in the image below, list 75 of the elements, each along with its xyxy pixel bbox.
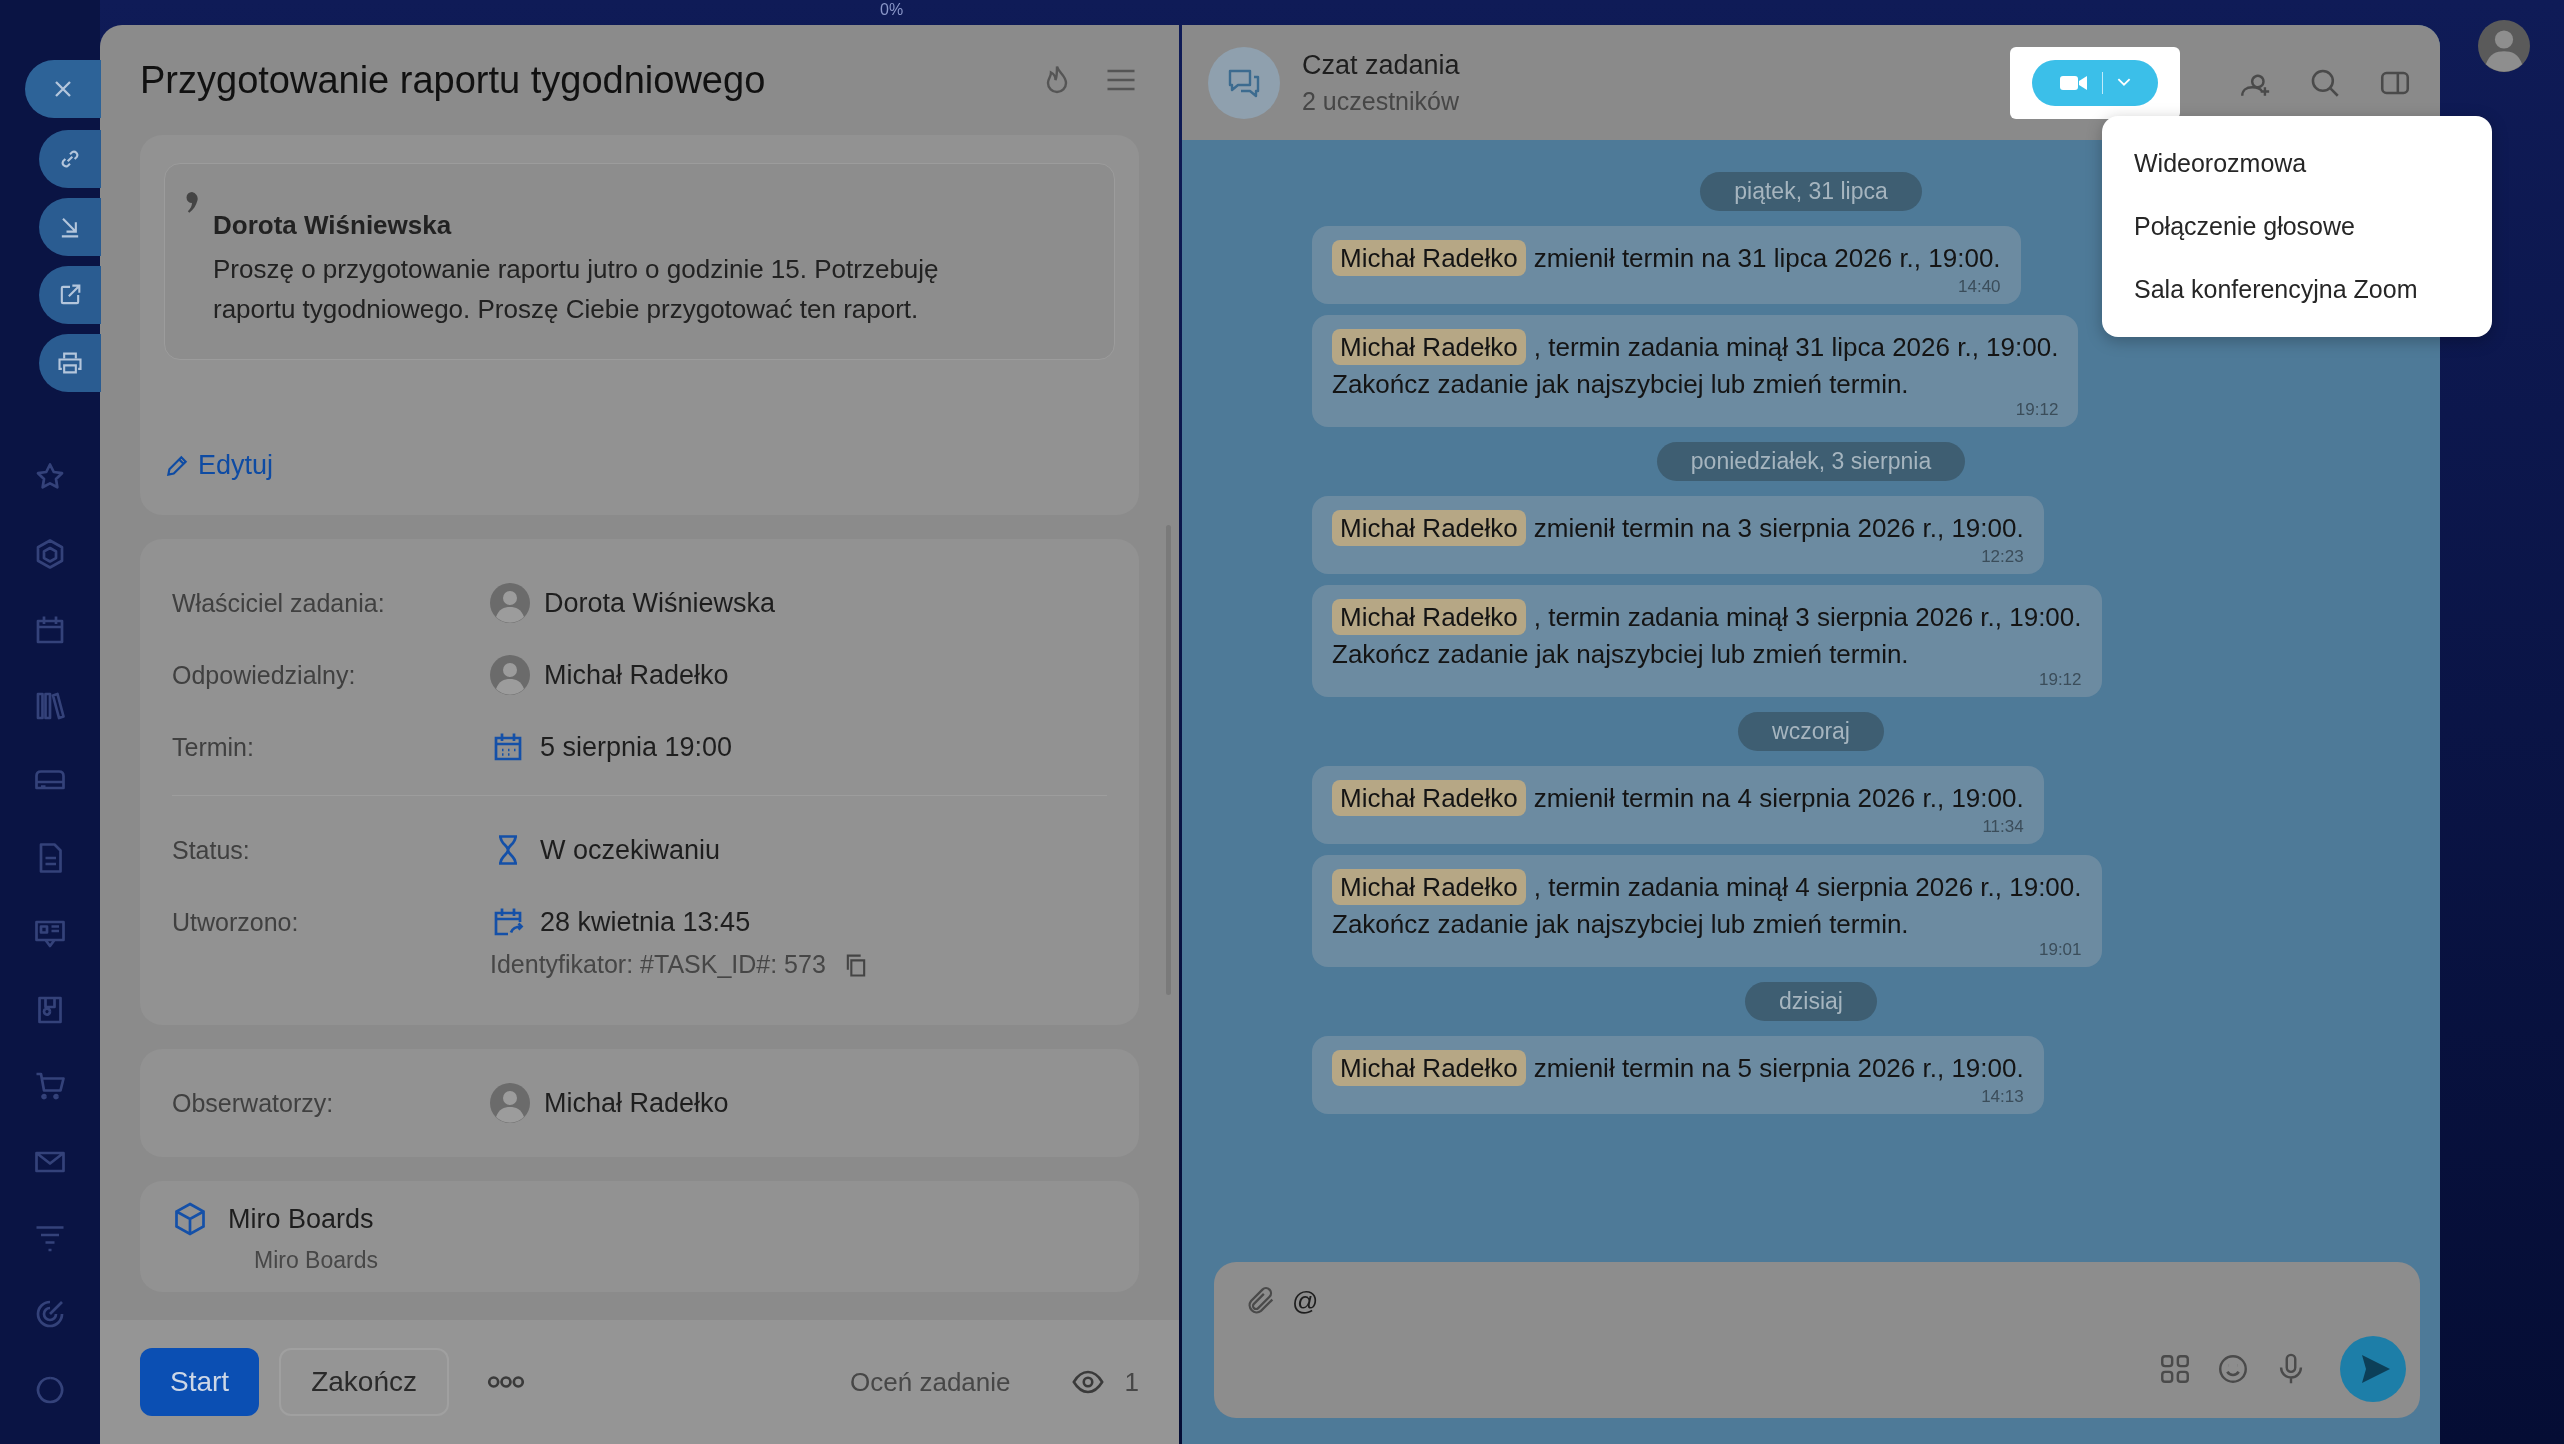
- author-mention[interactable]: Michał Radełko: [1332, 329, 1526, 365]
- caret-icon: [2116, 78, 2131, 87]
- quote-text: Proszę o przygotowanie raportu jutro o godzinie 15. Potrzebuję raportu tygodniowego. Proszę Ciebie przygotować ten raport.: [213, 253, 940, 326]
- start-button[interactable]: Start: [140, 1348, 260, 1416]
- message-text: zmienił termin na 31 lipca 2026 r., 19:00.: [1533, 243, 2001, 273]
- message-time: 19:01: [2038, 941, 2082, 959]
- field-value: Dorota Wiśniewska: [544, 587, 776, 619]
- field-value: 5 sierpnia 19:00: [540, 731, 733, 763]
- message-input[interactable]: @: [1292, 1285, 1592, 1317]
- field-label: Termin:: [172, 732, 255, 763]
- message-time: 19:12: [2038, 671, 2082, 689]
- apps-icon[interactable]: [2158, 1352, 2192, 1386]
- date-separator: poniedziałek, 3 sierpnia: [1656, 442, 1966, 481]
- message-time: 12:23: [1981, 548, 2024, 566]
- field-value: Michał Radełko: [544, 659, 729, 691]
- date-separator: piątek, 31 lipca: [1700, 172, 1922, 211]
- field-label: Obserwatorzy:: [172, 1088, 335, 1119]
- chat-title: Czat zadania: [1302, 49, 1460, 81]
- date-separator: wczoraj: [1738, 712, 1884, 751]
- author-mention[interactable]: Michał Radełko: [1332, 240, 1526, 276]
- author-mention[interactable]: Michał Radełko: [1332, 780, 1526, 816]
- message-text: zmienił termin na 5 sierpnia 2026 r., 19:00.: [1533, 1053, 2024, 1083]
- link-button[interactable]: [39, 130, 101, 188]
- field-label: Utworzono:: [172, 907, 300, 938]
- video-call-button[interactable]: [2032, 59, 2158, 106]
- quote-author: Dorota Wiśniewska: [213, 210, 453, 241]
- task-identifier: Identyfikator: #TASK_ID#: 573: [490, 950, 826, 979]
- menu-item[interactable]: Połączenie głosowe: [2102, 195, 2492, 258]
- message-time: 11:34: [1982, 818, 2024, 836]
- date-separator: dzisiaj: [1745, 982, 1877, 1021]
- field-value: 28 kwietnia 13:45: [540, 906, 751, 938]
- task-title: Przygotowanie raportu tygodniowego: [140, 58, 767, 102]
- view-count: 1: [1124, 1366, 1139, 1398]
- field-label: Status:: [172, 835, 251, 866]
- user-avatar[interactable]: [2477, 20, 2530, 72]
- author-mention[interactable]: Michał Radełko: [1332, 599, 1526, 635]
- open-external-button[interactable]: [39, 266, 101, 324]
- avatar-icon: [490, 655, 530, 695]
- message-text: , termin zadania minął 3 sierpnia 2026 r., 19:00.: [1533, 602, 2082, 632]
- message-time: 14:13: [1981, 1088, 2024, 1106]
- print-button[interactable]: [39, 334, 101, 392]
- more-icon[interactable]: [486, 1375, 525, 1389]
- avatar-icon: [490, 1083, 530, 1123]
- author-mention[interactable]: Michał Radełko: [1332, 869, 1526, 905]
- finish-button[interactable]: Zakończ: [279, 1348, 449, 1416]
- emoji-icon[interactable]: [2216, 1352, 2250, 1386]
- message-time: 19:12: [2015, 401, 2059, 419]
- field-label: Właściciel zadania:: [172, 588, 386, 619]
- download-button[interactable]: [39, 198, 101, 256]
- app-title: Miro Boards: [228, 1203, 374, 1235]
- message-text: zmienił termin na 3 sierpnia 2026 r., 19:00.: [1533, 513, 2024, 543]
- message-text: zmienił termin na 4 sierpnia 2026 r., 19:00.: [1533, 783, 2024, 813]
- message-text: Zakończ zadanie jak najszybciej lub zmień termin.: [1332, 909, 1909, 939]
- close-button[interactable]: [25, 60, 101, 118]
- cube-icon: [172, 1201, 208, 1237]
- message-text: Zakończ zadanie jak najszybciej lub zmień termin.: [1332, 369, 1909, 399]
- message-time: 14:40: [1958, 278, 2001, 296]
- field-value: W oczekiwaniu: [540, 834, 721, 866]
- message-text: Zakończ zadanie jak najszybciej lub zmień termin.: [1332, 639, 1909, 669]
- participant-count: 2 uczestników: [1302, 86, 1460, 116]
- author-mention[interactable]: Michał Radełko: [1332, 1050, 1526, 1086]
- field-label: Odpowiedzialny:: [172, 660, 357, 691]
- send-button[interactable]: [2340, 1336, 2406, 1402]
- author-mention[interactable]: Michał Radełko: [1332, 510, 1526, 546]
- quote-icon: [185, 192, 199, 214]
- menu-item[interactable]: Sala konferencyjna Zoom: [2102, 258, 2492, 321]
- message-text: , termin zadania minął 31 lipca 2026 r., 19:00.: [1533, 332, 2059, 362]
- avatar-icon: [490, 583, 530, 623]
- field-value: Michał Radełko: [544, 1087, 729, 1119]
- video-camera-icon: [2059, 73, 2088, 92]
- message-text: , termin zadania minął 4 sierpnia 2026 r., 19:00.: [1533, 872, 2082, 902]
- progress-text: 0%: [880, 0, 904, 20]
- chat-icon: [1208, 46, 1280, 119]
- menu-item[interactable]: Wideorozmowa: [2102, 132, 2492, 195]
- app-subtitle: Miro Boards: [254, 1247, 379, 1274]
